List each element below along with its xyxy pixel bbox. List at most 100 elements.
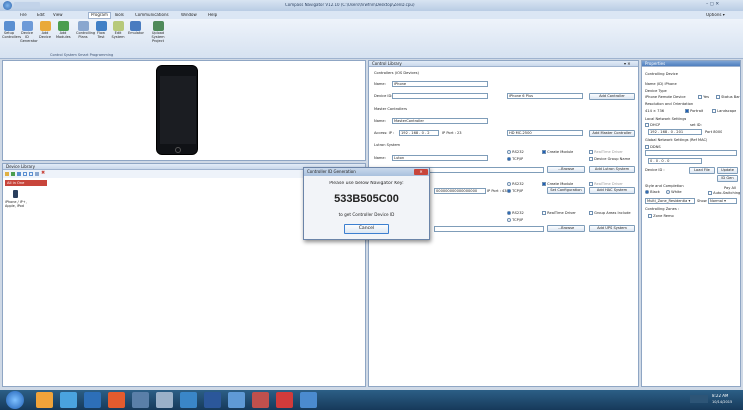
- ddns-checkbox[interactable]: [645, 145, 649, 149]
- add-hac-system-button[interactable]: Add HAC System: [589, 187, 635, 194]
- quick-access-toolbar[interactable]: [14, 2, 40, 8]
- update-button[interactable]: Update: [717, 167, 738, 174]
- taskbar-app-1-icon[interactable]: [36, 392, 53, 408]
- zone-checkbox[interactable]: [648, 214, 652, 218]
- controller-name-input[interactable]: iPhone: [392, 81, 488, 87]
- local-ip-input[interactable]: 192 . 168 . 0 . 201: [648, 129, 702, 135]
- taskbar-word-icon[interactable]: [204, 392, 221, 408]
- phone-preview[interactable]: [156, 65, 198, 155]
- ddns-option[interactable]: DDNS: [645, 145, 661, 149]
- master-name-input[interactable]: MasterController: [392, 118, 488, 124]
- options-menu[interactable]: Options ▾: [706, 13, 725, 18]
- device-model-select[interactable]: iPhone 6 Plus: [507, 93, 583, 99]
- load-file-button[interactable]: Load File: [689, 167, 715, 174]
- taskbar-app-9-icon[interactable]: [228, 392, 245, 408]
- rs232-option-3[interactable]: RS232: [507, 211, 524, 215]
- emulator-button[interactable]: Emulator: [128, 21, 144, 36]
- create-module-option-2[interactable]: Create Module: [542, 182, 573, 186]
- add-controller-button[interactable]: Add Controller: [589, 93, 635, 100]
- realtime-driver-option-2[interactable]: RealTime Driver: [589, 182, 623, 186]
- landscape-option[interactable]: Landscape: [712, 109, 736, 113]
- master-model-select[interactable]: HD MC-2500: [507, 130, 583, 136]
- style-select[interactable]: Multi_Zone_Residentia ▾: [645, 198, 695, 204]
- cancel-button[interactable]: Cancel: [344, 224, 389, 234]
- rs232-option[interactable]: RS232: [507, 150, 524, 154]
- realtime-driver-checkbox-3[interactable]: [542, 211, 546, 215]
- access-ip-input[interactable]: 192 . 168 . 0 . 2: [399, 130, 439, 136]
- clock-time[interactable]: 8:22 AM: [712, 394, 728, 399]
- group-areas-option[interactable]: Group Areas Include: [589, 211, 631, 215]
- show-select[interactable]: Normal ▾: [708, 198, 737, 204]
- device-id-input[interactable]: [392, 93, 488, 99]
- add-ups-system-button[interactable]: Add UPS System: [589, 225, 635, 232]
- clock-date[interactable]: 10/14/2015: [712, 400, 732, 404]
- set-configuration-button[interactable]: Set Configuration: [547, 187, 585, 194]
- port-field[interactable]: Port 8000: [705, 130, 722, 134]
- folder-icon[interactable]: [5, 172, 9, 176]
- tcpip-radio[interactable]: [507, 157, 511, 161]
- tcpip-radio-2[interactable]: [507, 189, 511, 193]
- group-areas-checkbox[interactable]: [589, 211, 593, 215]
- create-module-checkbox[interactable]: [542, 150, 546, 154]
- tcpip-option-3[interactable]: TCP/IP: [507, 218, 523, 222]
- menu-edit[interactable]: Edit: [37, 13, 45, 18]
- device-id-generator-button[interactable]: Device ID Generator: [20, 21, 38, 44]
- menu-help[interactable]: Help: [208, 13, 217, 18]
- upload-system-project-button[interactable]: Upload System Project: [148, 21, 168, 44]
- list-icon[interactable]: [23, 172, 27, 176]
- auto-switching-checkbox[interactable]: [708, 191, 712, 195]
- rs232-radio-3[interactable]: [507, 211, 511, 215]
- edit-system-button[interactable]: Edit System: [111, 21, 125, 40]
- grid-icon[interactable]: [29, 172, 33, 176]
- browse-button[interactable]: ...Browse: [547, 166, 585, 173]
- status-bar-option[interactable]: Status Bar: [716, 95, 740, 99]
- name-id-field[interactable]: Name (ID) iPhone: [645, 82, 677, 86]
- resolution-value[interactable]: 414 × 736: [645, 109, 664, 113]
- flow-test-button[interactable]: Flow Test: [94, 21, 108, 40]
- panel-pin-close-icon[interactable]: ▾ ✕: [624, 61, 631, 67]
- menu-communications[interactable]: Communications: [135, 13, 169, 18]
- hac-id-input[interactable]: 000000000000000000: [434, 188, 486, 194]
- add-master-controller-button[interactable]: Add Master Controller: [589, 130, 635, 137]
- check-icon[interactable]: [17, 172, 21, 176]
- id-gen-button[interactable]: ID Gen: [717, 175, 738, 182]
- tcpip-radio-3[interactable]: [507, 218, 511, 222]
- realtime-driver-option[interactable]: RealTime Driver: [589, 150, 623, 154]
- add-modules-button[interactable]: Add Modules: [56, 21, 71, 40]
- controlling-plans-button[interactable]: Controlling Plans: [76, 21, 95, 40]
- system-tray[interactable]: [690, 395, 708, 403]
- device-group-option[interactable]: Device Group Name: [589, 157, 630, 161]
- taskbar-app-10-icon[interactable]: [252, 392, 269, 408]
- rs232-option-2[interactable]: RS232: [507, 182, 524, 186]
- add-icon[interactable]: [11, 172, 15, 176]
- tcpip-option[interactable]: TCP/IP: [507, 157, 523, 161]
- tcpip-option-2[interactable]: TCP/IP: [507, 189, 523, 193]
- dhcp-option[interactable]: DHCP: [645, 123, 660, 127]
- start-button[interactable]: [6, 391, 24, 409]
- taskbar-app-3-icon[interactable]: [84, 392, 101, 408]
- zone-item[interactable]: Zone Remo: [648, 214, 674, 218]
- yes-checkbox[interactable]: [698, 95, 702, 99]
- menu-file[interactable]: File: [20, 13, 27, 18]
- menu-window[interactable]: Window: [181, 13, 197, 18]
- menu-view[interactable]: View: [53, 13, 63, 18]
- taskbar-app-5-icon[interactable]: [132, 392, 149, 408]
- library-filter-tab[interactable]: All in One: [5, 180, 47, 186]
- rs232-radio-2[interactable]: [507, 182, 511, 186]
- menu-tools[interactable]: Tools: [114, 13, 124, 18]
- create-module-option[interactable]: Create Module: [542, 150, 573, 154]
- auto-switching-option[interactable]: Auto-Switching: [708, 191, 740, 195]
- black-option[interactable]: Black: [645, 190, 660, 194]
- global-ip-input[interactable]: 0 . 0 . 0 . 0: [648, 158, 702, 164]
- add-device-button[interactable]: Add Device: [38, 21, 52, 40]
- white-radio[interactable]: [666, 190, 670, 194]
- app-icon[interactable]: [3, 1, 12, 10]
- portrait-option[interactable]: Portrait: [685, 109, 703, 113]
- dhcp-checkbox[interactable]: [645, 123, 649, 127]
- image-icon[interactable]: [35, 172, 39, 176]
- taskbar-app-4-icon[interactable]: [108, 392, 125, 408]
- add-lutron-system-button[interactable]: Add Lutron System: [589, 166, 635, 173]
- realtime-driver-option-3[interactable]: RealTime Driver: [542, 211, 576, 215]
- device-group-checkbox[interactable]: [589, 157, 593, 161]
- menu-program[interactable]: Program: [88, 12, 111, 19]
